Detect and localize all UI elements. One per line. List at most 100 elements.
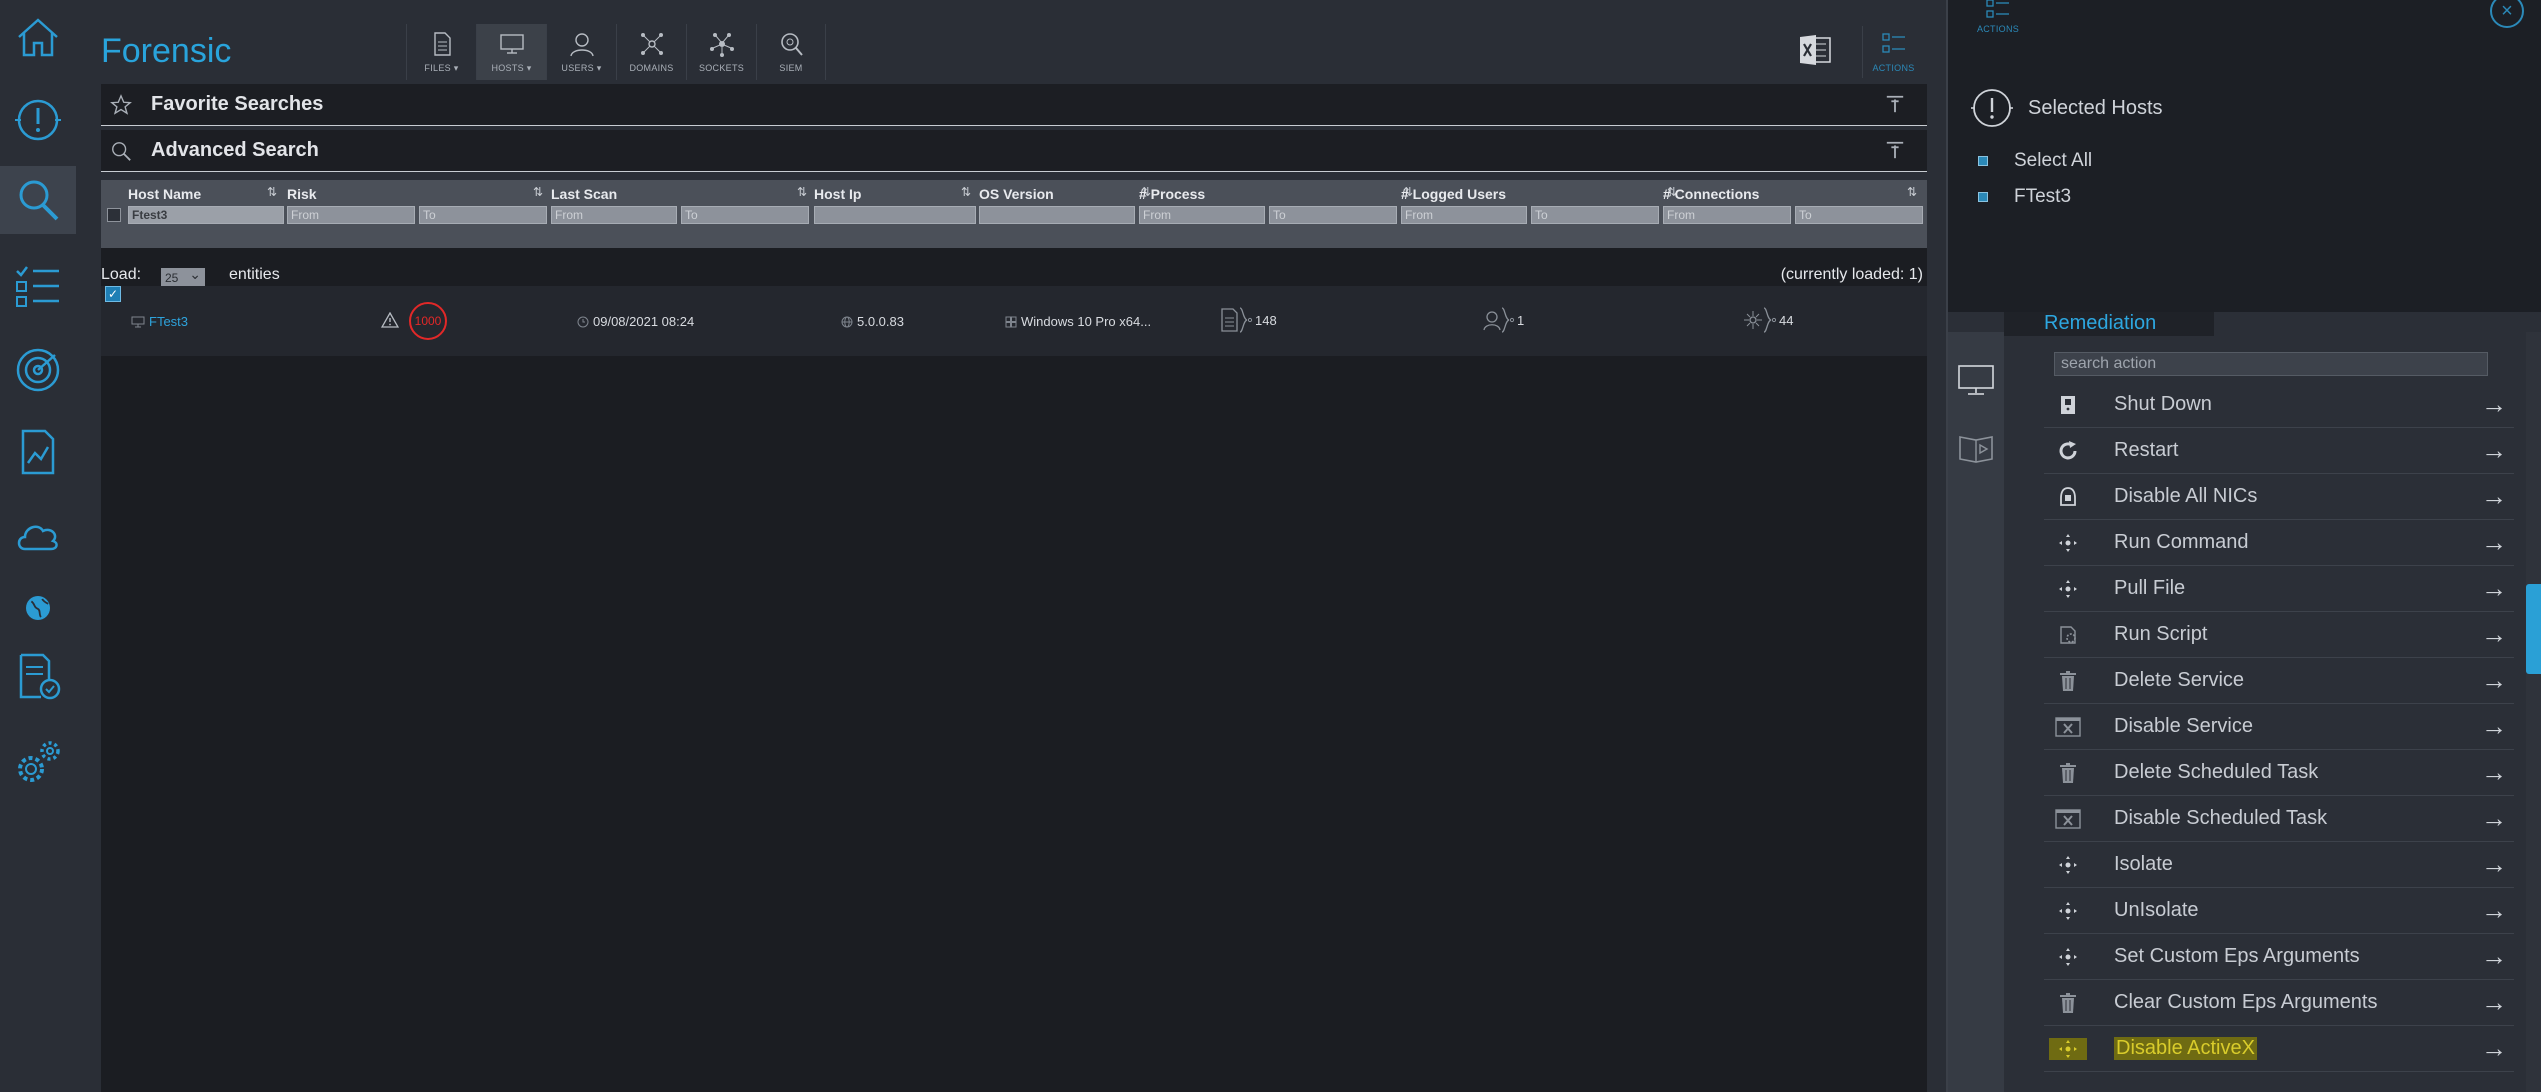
arrow-right-icon: → xyxy=(2481,895,2507,925)
side-pull-tab[interactable] xyxy=(2526,584,2541,674)
col-process[interactable]: # Process xyxy=(1139,186,1205,202)
logged-users-from-input[interactable]: From xyxy=(1401,206,1527,224)
toolbar-siem-button[interactable]: SIEM xyxy=(756,24,826,80)
nav-alerts[interactable] xyxy=(0,86,76,154)
toolbar-domains-button[interactable]: DOMAINS xyxy=(616,24,686,80)
logged-users-cell[interactable]: 1 xyxy=(1481,306,1524,334)
action-unisolate[interactable]: UnIsolate → xyxy=(2044,888,2514,934)
action-run-script[interactable]: Run Script → xyxy=(2044,612,2514,658)
row-checkbox[interactable]: ✓ xyxy=(105,286,121,302)
nav-compliance[interactable] xyxy=(0,642,76,710)
sort-icon[interactable]: ⇅ xyxy=(961,185,971,199)
export-excel-button[interactable] xyxy=(1798,34,1832,66)
os-version-filter-input[interactable] xyxy=(979,206,1135,224)
connections-from-input[interactable]: From xyxy=(1663,206,1791,224)
last-scan-from-input[interactable]: From xyxy=(551,206,677,224)
warning-icon xyxy=(381,312,399,328)
search-action-input[interactable]: search action xyxy=(2054,352,2488,376)
action-clear-custom-eps-arguments[interactable]: Clear Custom Eps Arguments → xyxy=(2044,980,2514,1026)
host-name-filter-input[interactable]: Ftest3 xyxy=(128,206,284,224)
logged-users-to-input[interactable]: To xyxy=(1531,206,1659,224)
panel-actions-button[interactable]: ACTIONS xyxy=(1976,0,2020,44)
arrow-right-icon: → xyxy=(2481,435,2507,465)
col-risk[interactable]: Risk xyxy=(287,186,317,202)
host-link[interactable]: FTest3 xyxy=(149,314,188,329)
connections-icon xyxy=(1744,307,1777,333)
connections-to-input[interactable]: To xyxy=(1795,206,1923,224)
action-disable-all-nics[interactable]: Disable All NICs → xyxy=(2044,474,2514,520)
risk-to-input[interactable]: To xyxy=(419,206,547,224)
nav-forensic[interactable] xyxy=(0,166,76,234)
selected-host-row[interactable]: FTest3 xyxy=(1978,186,2071,208)
nav-checklist[interactable] xyxy=(0,252,76,320)
toolbar-hosts-button[interactable]: HOSTS ▾ xyxy=(476,24,546,80)
pin-icon[interactable] xyxy=(1885,140,1905,165)
nav-radar[interactable] xyxy=(0,336,76,404)
nav-reports[interactable] xyxy=(0,418,76,486)
col-host-ip[interactable]: Host Ip xyxy=(814,186,861,202)
col-last-scan[interactable]: Last Scan xyxy=(551,186,617,202)
connections-cell[interactable]: 44 xyxy=(1743,306,1793,334)
risk-from-input[interactable]: From xyxy=(287,206,415,224)
toolbar-files-button[interactable]: FILES ▾ xyxy=(406,24,476,80)
advanced-search-bar[interactable]: Advanced Search xyxy=(101,130,1927,172)
col-os-version[interactable]: OS Version xyxy=(979,186,1054,202)
action-delete-scheduled-task[interactable]: Delete Scheduled Task → xyxy=(2044,750,2514,796)
nav-settings[interactable] xyxy=(0,728,76,796)
excel-icon xyxy=(1800,35,1831,65)
process-cell[interactable]: 148 xyxy=(1219,306,1277,334)
col-host-name[interactable]: Host Name xyxy=(128,186,201,202)
select-all-rows-checkbox[interactable] xyxy=(107,208,121,222)
panel-scrollbar[interactable] xyxy=(2526,332,2541,1092)
action-label: Restart xyxy=(2114,439,2179,461)
remediation-section: Remediation search action Shut Down → Re… xyxy=(1948,312,2541,1092)
sort-icon[interactable]: ⇅ xyxy=(1907,185,1917,199)
select-all-checkbox[interactable] xyxy=(1978,156,1988,166)
move-icon xyxy=(2044,532,2092,554)
toolbar-actions-label: ACTIONS xyxy=(1872,63,1915,73)
clock-icon xyxy=(577,316,589,327)
action-label: Set Custom Eps Arguments xyxy=(2114,945,2360,967)
page-title: Forensic xyxy=(101,32,232,70)
host-actions-tab[interactable] xyxy=(1956,360,1996,400)
table-row[interactable]: ✓ FTest3 1000 09/08/2021 08:24 5.0.0.83 xyxy=(101,286,1927,356)
toolbar-sockets-button[interactable]: SOCKETS xyxy=(686,24,756,80)
col-logged-users[interactable]: # Logged Users xyxy=(1401,186,1506,202)
action-delete-service[interactable]: Delete Service → xyxy=(2044,658,2514,704)
remediation-tab-label[interactable]: Remediation xyxy=(2044,312,2156,335)
host-ip-filter-input[interactable] xyxy=(814,206,976,224)
action-disable-service[interactable]: Disable Service → xyxy=(2044,704,2514,750)
arrow-right-icon: → xyxy=(2481,987,2507,1017)
col-connections[interactable]: # Connections xyxy=(1663,186,1759,202)
action-disable-activex[interactable]: Disable ActiveX → xyxy=(2044,1026,2514,1072)
action-set-custom-eps-arguments[interactable]: Set Custom Eps Arguments → xyxy=(2044,934,2514,980)
action-run-command[interactable]: Run Command → xyxy=(2044,520,2514,566)
favorite-searches-bar[interactable]: Favorite Searches xyxy=(101,84,1927,126)
action-restart[interactable]: Restart → xyxy=(2044,428,2514,474)
connections-count: 44 xyxy=(1779,312,1794,328)
nav-home[interactable] xyxy=(0,4,76,72)
nav-cloud[interactable] xyxy=(0,502,76,570)
load-count-select[interactable]: 25 xyxy=(161,264,205,288)
select-all-row[interactable]: Select All xyxy=(1978,150,2092,172)
pin-icon[interactable] xyxy=(1885,94,1905,119)
close-panel-button[interactable]: × xyxy=(2490,0,2524,28)
arrow-right-icon: → xyxy=(2481,619,2507,649)
host-checkbox[interactable] xyxy=(1978,192,1988,202)
arrow-right-icon: → xyxy=(2481,389,2507,419)
action-shut-down[interactable]: Shut Down → xyxy=(2044,382,2514,428)
toolbar-users-button[interactable]: USERS ▾ xyxy=(546,24,616,80)
action-pull-file[interactable]: Pull File → xyxy=(2044,566,2514,612)
process-to-input[interactable]: To xyxy=(1269,206,1397,224)
sort-icon[interactable]: ⇅ xyxy=(797,185,807,199)
sort-icon[interactable]: ⇅ xyxy=(267,185,277,199)
playbook-tab[interactable] xyxy=(1956,428,1996,468)
last-scan-to-input[interactable]: To xyxy=(681,206,809,224)
process-from-input[interactable]: From xyxy=(1139,206,1265,224)
action-disable-scheduled-task[interactable]: Disable Scheduled Task → xyxy=(2044,796,2514,842)
nav-globe[interactable] xyxy=(0,574,76,642)
toolbar-actions-button[interactable]: ACTIONS xyxy=(1862,26,1924,78)
sort-icon[interactable]: ⇅ xyxy=(533,185,543,199)
action-isolate[interactable]: Isolate → xyxy=(2044,842,2514,888)
toolbar-siem-label: SIEM xyxy=(779,63,803,73)
